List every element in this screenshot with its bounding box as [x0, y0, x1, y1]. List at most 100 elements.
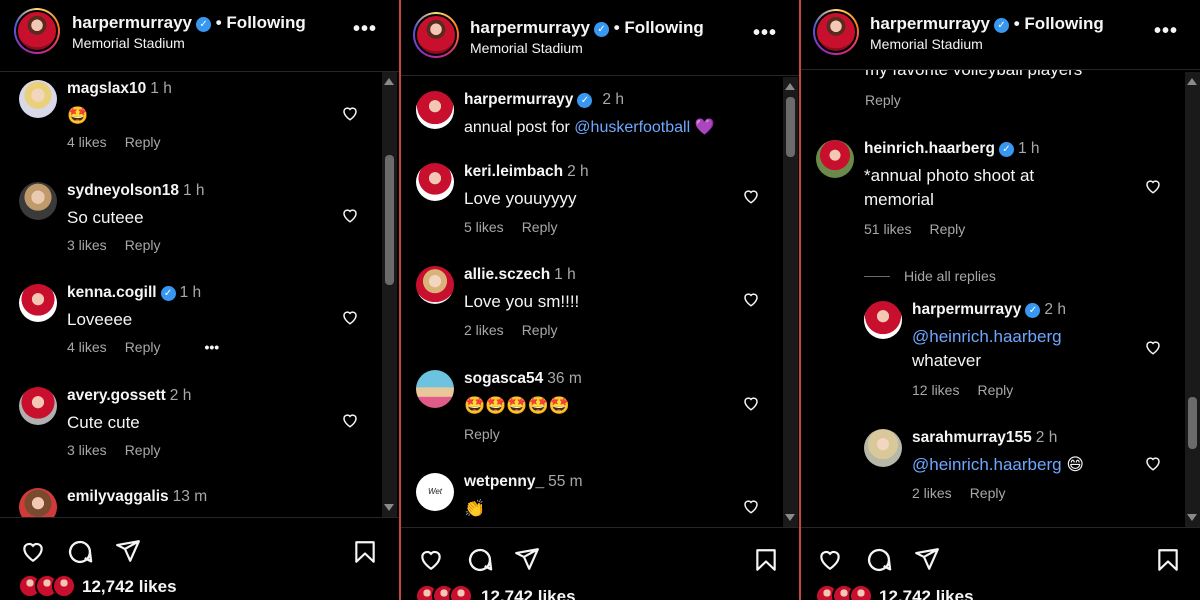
following-label[interactable]: • Following: [216, 13, 306, 32]
reply-button[interactable]: Reply: [464, 426, 500, 442]
reply-button[interactable]: Reply: [125, 442, 161, 458]
share-send-icon[interactable]: [114, 538, 142, 564]
header-username[interactable]: harpermurrayy ✓ • Following: [72, 13, 306, 33]
comment-likes[interactable]: 4 likes: [67, 134, 107, 150]
comment-bubble-icon[interactable]: [66, 538, 94, 566]
avatar[interactable]: [19, 387, 57, 425]
header-username[interactable]: harpermurrayy ✓ • Following: [470, 18, 704, 38]
avatar[interactable]: [19, 284, 57, 322]
scroll-down-icon[interactable]: [1187, 514, 1197, 521]
like-heart-icon[interactable]: [742, 394, 760, 412]
like-heart-icon[interactable]: [1144, 338, 1162, 356]
save-bookmark-icon[interactable]: [753, 546, 779, 574]
like-heart-icon[interactable]: [341, 411, 359, 429]
like-heart-icon[interactable]: [341, 104, 359, 122]
comment-bubble-icon[interactable]: [865, 546, 893, 574]
reply-button[interactable]: Reply: [970, 485, 1006, 501]
share-send-icon[interactable]: [913, 546, 941, 572]
reply-likes[interactable]: 12 likes: [912, 382, 959, 398]
reply-button[interactable]: Reply: [125, 339, 161, 355]
like-heart-icon[interactable]: [341, 206, 359, 224]
save-bookmark-icon[interactable]: [352, 538, 378, 566]
scroll-down-icon[interactable]: [785, 514, 795, 521]
comment-bubble-icon[interactable]: [466, 546, 494, 574]
scroll-up-icon[interactable]: [1187, 78, 1197, 85]
avatar[interactable]: Wet Penny: [416, 473, 454, 511]
more-options-icon[interactable]: •••: [353, 18, 377, 41]
profile-avatar[interactable]: [413, 12, 459, 58]
reply-username[interactable]: sarahmurray155: [912, 429, 1032, 446]
reply-button[interactable]: Reply: [125, 237, 161, 253]
reply-button[interactable]: Reply: [865, 92, 901, 108]
likes-count[interactable]: 12,742 likes: [82, 577, 177, 597]
location-label[interactable]: Memorial Stadium: [870, 36, 983, 52]
caption-username[interactable]: harpermurrayy: [464, 91, 573, 108]
avatar[interactable]: [416, 91, 454, 129]
comment-username[interactable]: emilyvaggalis: [67, 488, 169, 505]
like-heart-icon[interactable]: [341, 308, 359, 326]
comment-username[interactable]: allie.sczech: [464, 266, 550, 283]
comment-username[interactable]: keri.leimbach: [464, 163, 563, 180]
save-bookmark-icon[interactable]: [1155, 546, 1181, 574]
avatar[interactable]: [19, 80, 57, 118]
reply-button[interactable]: Reply: [929, 221, 965, 237]
comment-username[interactable]: wetpenny_: [464, 473, 544, 490]
header-username[interactable]: harpermurrayy ✓ • Following: [870, 14, 1104, 34]
comment-username[interactable]: magslax10: [67, 80, 146, 97]
avatar[interactable]: [864, 429, 902, 467]
avatar[interactable]: [816, 140, 854, 178]
comment-likes[interactable]: 3 likes: [67, 442, 107, 458]
likes-count[interactable]: 12,742 likes: [481, 587, 576, 600]
scrollbar-thumb[interactable]: [385, 155, 394, 285]
scroll-up-icon[interactable]: [785, 83, 795, 90]
avatar[interactable]: [864, 301, 902, 339]
reply-button[interactable]: Reply: [522, 322, 558, 338]
following-label[interactable]: • Following: [1014, 14, 1104, 33]
comment-likes[interactable]: 51 likes: [864, 221, 911, 237]
like-heart-icon[interactable]: [19, 538, 47, 564]
more-options-icon[interactable]: •••: [1154, 20, 1178, 43]
more-options-icon[interactable]: •••: [753, 22, 777, 45]
profile-avatar[interactable]: [813, 9, 859, 55]
comment-likes[interactable]: 5 likes: [464, 219, 504, 235]
comments-scrollbar[interactable]: [1185, 72, 1200, 527]
like-heart-icon[interactable]: [742, 290, 760, 308]
comment-username[interactable]: heinrich.haarberg: [864, 140, 995, 157]
comments-scrollbar[interactable]: [382, 72, 397, 517]
like-heart-icon[interactable]: [742, 497, 760, 515]
like-heart-icon[interactable]: [1144, 177, 1162, 195]
comment-likes[interactable]: 4 likes: [67, 339, 107, 355]
comment-more-icon[interactable]: •••: [204, 339, 219, 355]
reply-button[interactable]: Reply: [522, 219, 558, 235]
hide-replies-button[interactable]: Hide all replies: [864, 268, 996, 284]
location-label[interactable]: Memorial Stadium: [470, 40, 583, 56]
reply-button[interactable]: Reply: [977, 382, 1013, 398]
comment-username[interactable]: kenna.cogill: [67, 284, 157, 301]
location-label[interactable]: Memorial Stadium: [72, 35, 185, 51]
likes-count[interactable]: 12,742 likes: [879, 587, 974, 600]
reply-button[interactable]: Reply: [125, 134, 161, 150]
like-heart-icon[interactable]: [417, 546, 445, 572]
comment-username[interactable]: avery.gossett: [67, 387, 166, 404]
reply-username[interactable]: harpermurrayy: [912, 301, 1021, 318]
reply-mention[interactable]: @heinrich.haarberg: [912, 455, 1062, 474]
scrollbar-thumb[interactable]: [1188, 397, 1197, 449]
avatar[interactable]: [416, 266, 454, 304]
like-heart-icon[interactable]: [1144, 454, 1162, 472]
like-heart-icon[interactable]: [816, 546, 844, 572]
comments-scrollbar[interactable]: [783, 77, 798, 527]
scroll-up-icon[interactable]: [384, 78, 394, 85]
comment-likes[interactable]: 3 likes: [67, 237, 107, 253]
share-send-icon[interactable]: [513, 546, 541, 572]
following-label[interactable]: • Following: [614, 18, 704, 37]
reply-likes[interactable]: 2 likes: [912, 485, 952, 501]
profile-avatar[interactable]: [14, 8, 60, 54]
reply-mention[interactable]: @heinrich.haarberg: [912, 325, 1062, 349]
avatar[interactable]: [19, 182, 57, 220]
comment-username[interactable]: sydneyolson18: [67, 182, 179, 199]
avatar[interactable]: [416, 163, 454, 201]
scrollbar-thumb[interactable]: [786, 97, 795, 157]
comment-username[interactable]: sogasca54: [464, 370, 543, 387]
comment-likes[interactable]: 2 likes: [464, 322, 504, 338]
scroll-down-icon[interactable]: [384, 504, 394, 511]
